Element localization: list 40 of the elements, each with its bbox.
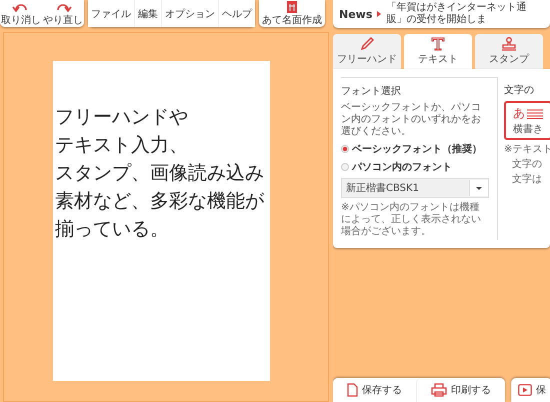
font-radio[interactable]: パソコン内のフォント bbox=[341, 160, 489, 174]
description-text: ベーシックフォントか、パソコン内のフォントのいずれかをお選びください。 bbox=[341, 102, 482, 138]
print-button[interactable]: 印刷する bbox=[416, 378, 505, 402]
postcard-text-line: 素材など、多彩な機能が bbox=[55, 189, 264, 214]
font-note: ※パソコン内のフォントは機種によって、正しく表示されない場合がございます。 bbox=[341, 202, 482, 238]
stamp-icon bbox=[501, 37, 517, 51]
lines-icon bbox=[527, 108, 543, 118]
serif-t-icon bbox=[431, 37, 445, 51]
arrow-icon bbox=[377, 11, 382, 17]
document-icon bbox=[347, 383, 358, 397]
redo-button[interactable]: やり直し bbox=[42, 0, 84, 27]
pen-icon bbox=[360, 37, 374, 51]
postcard-icon bbox=[287, 0, 297, 12]
postcard-text-line: フリーハンドや bbox=[55, 105, 188, 130]
menu-item[interactable]: オプション bbox=[161, 0, 218, 27]
menu-item[interactable]: ヘルプ bbox=[218, 0, 255, 27]
horizontal-writing-option[interactable]: あ 横書き bbox=[504, 101, 550, 140]
undo-button[interactable]: 取り消し bbox=[0, 0, 42, 27]
section-heading: 文字の bbox=[504, 84, 535, 97]
printer-icon bbox=[431, 383, 447, 397]
news-label: News bbox=[339, 8, 372, 20]
font-radio[interactable]: ベーシックフォント（推奨） bbox=[341, 142, 489, 156]
direction-note: 文字は bbox=[511, 174, 543, 185]
font-dropdown[interactable]: 新正楷書CBSK1 bbox=[341, 178, 489, 198]
postcard-text-line: スタンプ、画像読み込み bbox=[55, 161, 264, 186]
postcard-text-line: 揃っている。 bbox=[55, 217, 169, 242]
save-button[interactable]: 保存する bbox=[333, 378, 416, 402]
postcard-text-line: テキスト入力、 bbox=[55, 133, 188, 158]
direction-note: 文字の bbox=[511, 159, 543, 170]
section-heading: フォント選択 bbox=[341, 85, 402, 98]
direction-note: ※テキスト bbox=[504, 144, 550, 155]
tool-tab[interactable]: テキスト bbox=[404, 34, 472, 69]
preview-button[interactable]: 保 bbox=[511, 378, 550, 402]
menu-item[interactable]: 編集 bbox=[134, 0, 161, 27]
play-icon bbox=[518, 384, 532, 396]
tool-tab[interactable]: フリーハンド bbox=[333, 34, 401, 69]
menu-item[interactable]: ファイル bbox=[88, 0, 134, 27]
news-text[interactable]: 「年賀はがきインターネット通販」の受付を開始しま bbox=[386, 2, 544, 26]
tool-tab[interactable]: スタンプ bbox=[475, 34, 543, 69]
address-side-button[interactable]: あて名面作成 bbox=[259, 0, 325, 27]
